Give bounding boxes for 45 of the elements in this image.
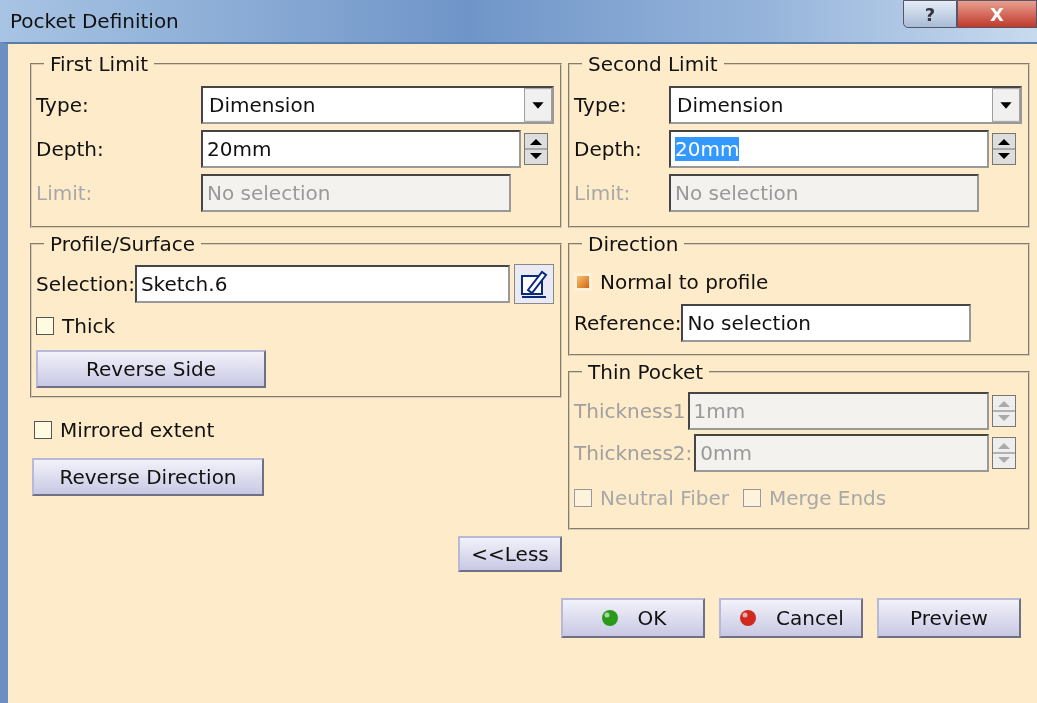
status-ball-icon [738, 608, 759, 628]
field-label: Limit: [36, 181, 94, 205]
field-value: 20mm [207, 137, 272, 161]
sketch-edit-icon[interactable] [514, 264, 554, 304]
spin-arrows-icon[interactable] [524, 133, 548, 165]
type-dropdown[interactable]: Dimension [669, 86, 1022, 124]
field-value: 20mm [675, 137, 740, 161]
close-button[interactable]: X [957, 0, 1037, 28]
checkbox-option[interactable]: Thick [36, 314, 554, 338]
field-value: 0mm [700, 441, 752, 465]
reverse-direction-button[interactable]: Reverse Direction [32, 458, 264, 496]
field-value: 1mm [693, 399, 746, 423]
window-title: Pocket Definition [9, 9, 179, 33]
reverse-side-button[interactable]: Reverse Side [36, 350, 266, 388]
dialog-button[interactable]: Preview [877, 598, 1021, 638]
reference-field[interactable]: No selection [681, 304, 972, 342]
checkbox-option[interactable]: Normal to profile [574, 270, 1022, 294]
dropdown-value: Dimension [208, 93, 317, 117]
checkbox[interactable] [36, 317, 54, 335]
dialog-button[interactable]: OK [561, 598, 705, 638]
less-button[interactable]: <<Less [458, 536, 562, 572]
field-label: Thickness1 [574, 399, 686, 423]
group-title: Second Limit [587, 52, 719, 76]
help-button[interactable]: ? [903, 0, 957, 28]
dropdown-value: Dimension [676, 93, 785, 117]
field-label: Depth: [36, 137, 105, 161]
spin-arrows-icon[interactable] [992, 133, 1016, 165]
field-label: Selection: [36, 272, 135, 296]
field-label: Reference: [574, 311, 682, 335]
selection-field[interactable]: Sketch.6 [134, 265, 510, 303]
group-title: Direction [587, 232, 680, 256]
field-label: Depth: [574, 137, 643, 161]
field-label: Thickness2: [574, 441, 693, 465]
value-field[interactable]: 20mm [201, 130, 521, 168]
checkbox-option[interactable]: Mirrored extent [34, 418, 562, 442]
field-label: Type: [574, 93, 628, 117]
field-label: Limit: [574, 181, 632, 205]
field-label: Type: [36, 93, 90, 117]
group-title: First Limit [49, 52, 150, 76]
checkbox[interactable] [34, 421, 52, 439]
type-dropdown[interactable]: Dimension [201, 86, 554, 124]
group-title: Thin Pocket [587, 360, 705, 384]
dialog-button[interactable]: Cancel [719, 598, 863, 638]
group-title: Profile/Surface [49, 232, 197, 256]
status-ball-icon [599, 608, 620, 628]
